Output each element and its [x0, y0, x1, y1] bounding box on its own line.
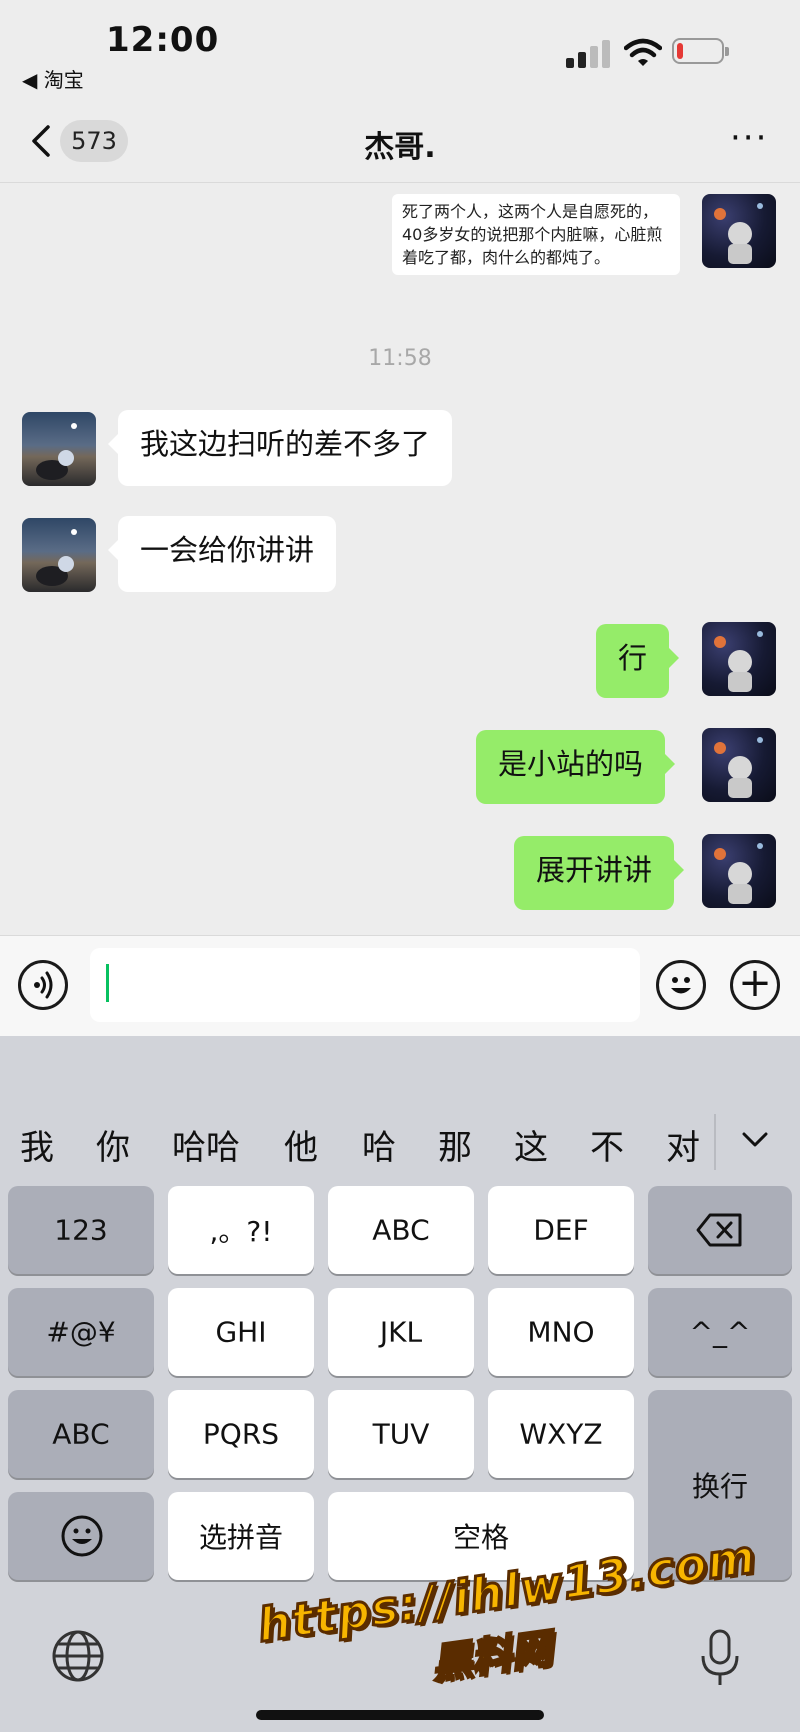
key-symbols[interactable]: #@¥: [8, 1288, 154, 1376]
chat-title: 杰哥.: [364, 130, 436, 165]
message-bubble-sent[interactable]: 行: [596, 624, 680, 698]
message-bubble-sent[interactable]: 死了两个人，这两个人是自愿死的，40多岁女的说把那个内脏嘛，心脏煎着吃了都，肉什…: [392, 194, 680, 275]
key-ghi[interactable]: GHI: [168, 1288, 314, 1376]
chevron-down-icon[interactable]: [740, 1124, 770, 1154]
my-avatar[interactable]: [702, 194, 776, 268]
key-pqrs[interactable]: PQRS: [168, 1390, 314, 1478]
message-bubble-sent[interactable]: 是小站的吗: [476, 730, 676, 804]
message-bubble-received[interactable]: 我这边扫听的差不多了: [107, 410, 453, 486]
candidate-word[interactable]: 你: [96, 1120, 130, 1169]
voice-input-button[interactable]: [18, 960, 68, 1010]
message-bubble-received[interactable]: 一会给你讲讲: [107, 516, 337, 592]
message-bubble-sent[interactable]: 展开讲讲: [514, 836, 685, 910]
text-caret: [106, 964, 109, 1002]
key-abc-switch[interactable]: ABC: [8, 1390, 154, 1478]
candidate-word[interactable]: 这: [514, 1120, 548, 1169]
my-avatar[interactable]: [702, 728, 776, 802]
emoji-button[interactable]: [656, 960, 706, 1010]
candidate-word[interactable]: 哈: [362, 1120, 396, 1169]
plus-icon: +: [738, 960, 772, 1006]
message-input-bar: +: [0, 935, 800, 1036]
key-mno[interactable]: MNO: [488, 1288, 634, 1376]
watermark: https://ihlw13.com 黑料网: [253, 1528, 761, 1690]
candidate-divider: [714, 1114, 716, 1170]
key-backspace[interactable]: [648, 1186, 792, 1274]
key-jkl[interactable]: JKL: [328, 1288, 474, 1376]
candidate-word[interactable]: 对: [666, 1120, 700, 1169]
key-tuv[interactable]: TUV: [328, 1390, 474, 1478]
my-avatar[interactable]: [702, 834, 776, 908]
key-abc[interactable]: ABC: [328, 1186, 474, 1274]
chat-header: 573 杰哥. ···: [0, 100, 800, 183]
voice-icon: [34, 971, 53, 999]
smiley-icon: [61, 1515, 103, 1557]
candidate-word[interactable]: 他: [284, 1120, 318, 1169]
my-avatar[interactable]: [702, 622, 776, 696]
wifi-icon: [624, 38, 662, 66]
key-emoji[interactable]: [8, 1492, 154, 1580]
back-to-app-link[interactable]: ◀ 淘宝: [22, 64, 84, 93]
key-kaomoji[interactable]: ^_^: [648, 1288, 792, 1376]
candidate-word[interactable]: 那: [438, 1120, 472, 1169]
globe-icon[interactable]: [50, 1628, 106, 1684]
more-options-button[interactable]: ···: [730, 121, 768, 155]
contact-avatar[interactable]: [22, 518, 96, 592]
status-time: 12:00: [106, 20, 220, 60]
candidate-word[interactable]: 不: [590, 1120, 624, 1169]
home-indicator[interactable]: [256, 1710, 544, 1720]
key-punctuation[interactable]: ,。?!: [168, 1186, 314, 1274]
candidate-word[interactable]: 我: [20, 1120, 54, 1169]
candidate-bar: 我 你 哈哈 他 哈 那 这 不 对: [0, 1106, 800, 1182]
battery-low-icon: [672, 38, 729, 64]
cellular-signal-icon: [566, 40, 610, 68]
key-123[interactable]: 123: [8, 1186, 154, 1274]
backspace-icon: [696, 1213, 742, 1247]
more-functions-button[interactable]: +: [730, 960, 780, 1010]
key-def[interactable]: DEF: [488, 1186, 634, 1274]
time-separator: 11:58: [368, 346, 432, 371]
status-bar: 12:00 ◀ 淘宝: [0, 0, 800, 100]
candidate-word[interactable]: 哈哈: [172, 1120, 240, 1169]
contact-avatar[interactable]: [22, 412, 96, 486]
key-wxyz[interactable]: WXYZ: [488, 1390, 634, 1478]
smiley-icon: [671, 977, 691, 994]
message-input[interactable]: [90, 948, 640, 1022]
